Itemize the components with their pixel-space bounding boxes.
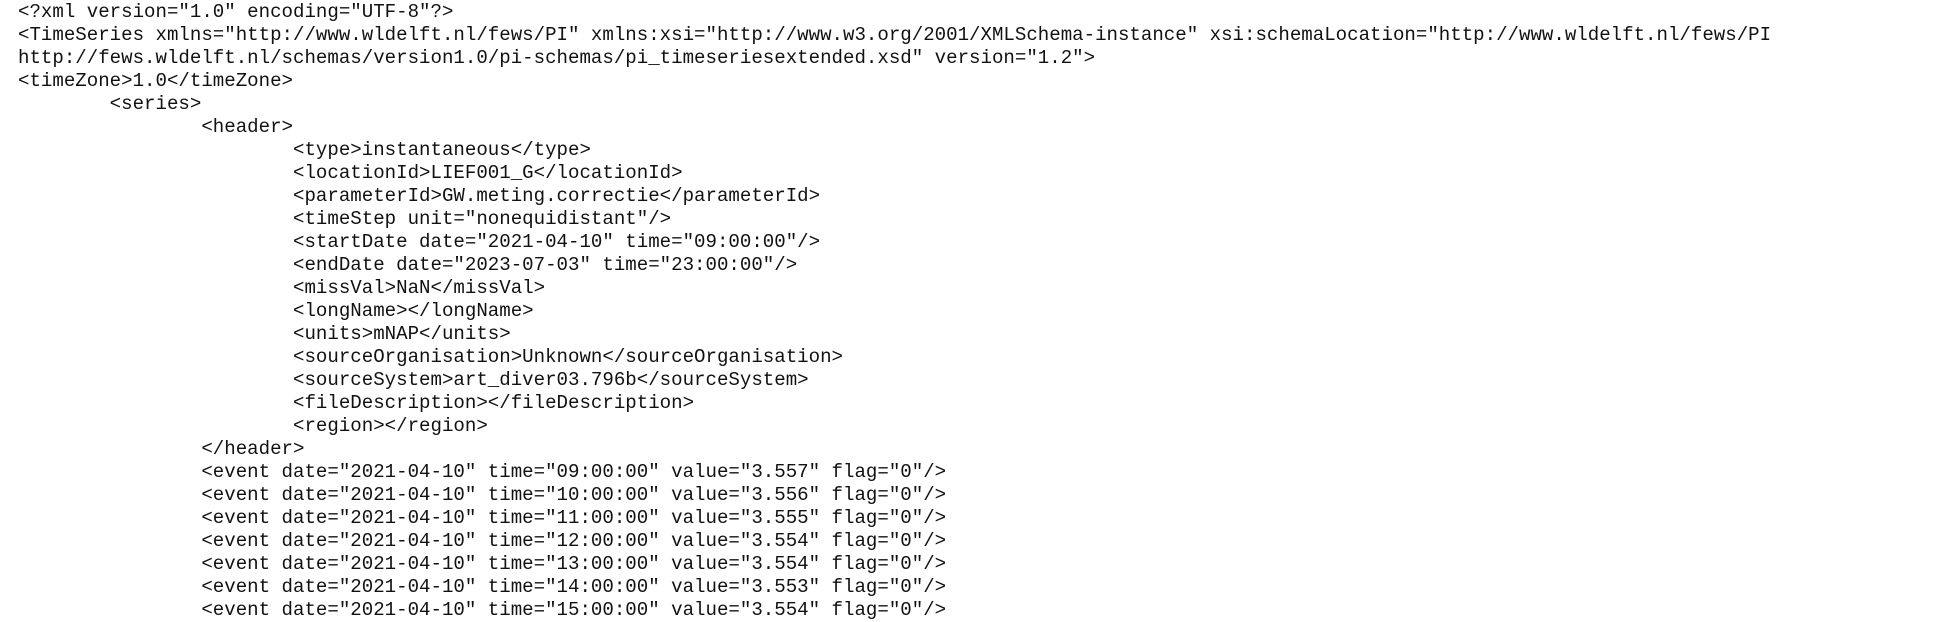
event-line: <event date="2021-04-10" time="10:00:00"… xyxy=(18,484,947,506)
header-source-organisation-line: <sourceOrganisation>Unknown</sourceOrgan… xyxy=(18,346,843,368)
header-open-line: <header> xyxy=(18,116,294,138)
header-end-date-line: <endDate date="2023-07-03" time="23:00:0… xyxy=(18,254,798,276)
timeseries-open-tag-line: <TimeSeries xmlns="http://www.wldelft.nl… xyxy=(18,24,1772,46)
schema-location-line: http://fews.wldelft.nl/schemas/version1.… xyxy=(18,47,1096,69)
header-parameter-id-line: <parameterId>GW.meting.correctie</parame… xyxy=(18,185,821,207)
xml-document: <?xml version="1.0" encoding="UTF-8"?> <T… xyxy=(18,1,1771,622)
header-units-line: <units>mNAP</units> xyxy=(18,323,511,345)
header-timestep-line: <timeStep unit="nonequidistant"/> xyxy=(18,208,672,230)
event-line: <event date="2021-04-10" time="13:00:00"… xyxy=(18,553,947,575)
series-open-line: <series> xyxy=(18,93,202,115)
header-file-description-line: <fileDescription></fileDescription> xyxy=(18,392,695,414)
header-type-line: <type>instantaneous</type> xyxy=(18,139,591,161)
header-region-line: <region></region> xyxy=(18,415,488,437)
event-line: <event date="2021-04-10" time="11:00:00"… xyxy=(18,507,947,529)
header-miss-val-line: <missVal>NaN</missVal> xyxy=(18,277,546,299)
event-line: <event date="2021-04-10" time="14:00:00"… xyxy=(18,576,947,598)
event-line: <event date="2021-04-10" time="15:00:00"… xyxy=(18,599,947,621)
event-line: <event date="2021-04-10" time="09:00:00"… xyxy=(18,461,947,483)
header-start-date-line: <startDate date="2021-04-10" time="09:00… xyxy=(18,231,821,253)
header-long-name-line: <longName></longName> xyxy=(18,300,534,322)
event-line: <event date="2021-04-10" time="12:00:00"… xyxy=(18,530,947,552)
timezone-line: <timeZone>1.0</timeZone> xyxy=(18,70,293,92)
xml-declaration-line: <?xml version="1.0" encoding="UTF-8"?> xyxy=(18,1,454,23)
header-source-system-line: <sourceSystem>art_diver03.796b</sourceSy… xyxy=(18,369,809,391)
header-location-id-line: <locationId>LIEF001_G</locationId> xyxy=(18,162,683,184)
header-close-line: </header> xyxy=(18,438,305,460)
